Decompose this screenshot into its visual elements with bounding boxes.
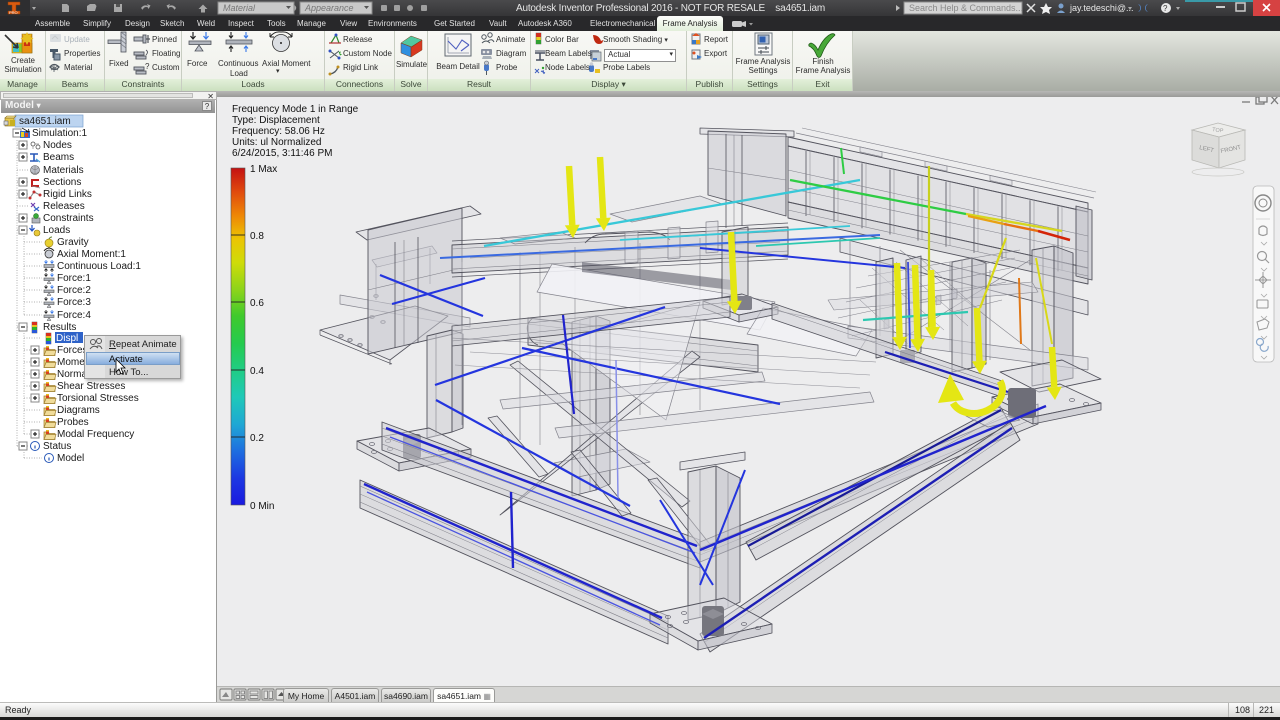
svg-text:jay.tedeschi@...: jay.tedeschi@... (1069, 3, 1134, 13)
svg-text:Shear Stresses: Shear Stresses (57, 381, 125, 392)
svg-text:Diagrams: Diagrams (57, 405, 100, 416)
svg-text:Sections: Sections (43, 177, 81, 188)
svg-text:0.6: 0.6 (250, 298, 264, 309)
svg-text:Probes: Probes (57, 417, 89, 428)
svg-text:Force:2: Force:2 (57, 285, 91, 296)
svg-text:0.4: 0.4 (250, 366, 264, 377)
svg-text:Continuous Load:1: Continuous Load:1 (57, 261, 141, 272)
svg-text:Status: Status (43, 441, 71, 452)
svg-text:Type: Displacement: Type: Displacement (232, 115, 320, 126)
svg-text:Torsional Stresses: Torsional Stresses (57, 393, 139, 404)
svg-text:Force:1: Force:1 (57, 273, 91, 284)
svg-text:Gravity: Gravity (57, 237, 89, 248)
svg-text:Appearance: Appearance (304, 3, 354, 13)
svg-text:PRO: PRO (9, 10, 18, 15)
svg-text:?: ? (145, 62, 150, 71)
svg-text:Constraints: Constraints (43, 213, 94, 224)
svg-text:Material: Material (223, 3, 256, 13)
svg-text:Model: Model (57, 453, 84, 464)
svg-text:0 Min: 0 Min (250, 501, 274, 512)
svg-text:Rigid Links: Rigid Links (43, 189, 92, 200)
svg-text:Releases: Releases (43, 201, 85, 212)
svg-text:Beams: Beams (43, 152, 74, 163)
svg-text:Nodes: Nodes (43, 140, 72, 151)
svg-text:Frequency Mode 1 in Range: Frequency Mode 1 in Range (232, 104, 359, 115)
svg-text:Forces: Forces (57, 345, 88, 356)
svg-text:1 Max: 1 Max (250, 164, 277, 175)
svg-text:Units: ul Normalized: Units: ul Normalized (232, 137, 321, 148)
svg-text:Force:3: Force:3 (57, 297, 91, 308)
svg-text:?: ? (1163, 4, 1168, 13)
svg-text:Modal Frequency: Modal Frequency (57, 429, 134, 440)
svg-text:0.2: 0.2 (250, 433, 264, 444)
svg-text:0.8: 0.8 (250, 231, 264, 242)
svg-text:Axial Moment:1: Axial Moment:1 (57, 249, 126, 260)
svg-text:Loads: Loads (43, 225, 70, 236)
svg-text:Simulation:1: Simulation:1 (32, 128, 87, 139)
svg-text:Search Help & Commands...: Search Help & Commands... (909, 3, 1023, 13)
svg-text:6/24/2015, 3:11:46 PM: 6/24/2015, 3:11:46 PM (232, 148, 332, 159)
svg-text:Results: Results (43, 322, 76, 333)
svg-text:Materials: Materials (43, 165, 84, 176)
svg-text:sa4651.iam: sa4651.iam (19, 116, 71, 127)
svg-text:Frequency: 58.06 Hz: Frequency: 58.06 Hz (232, 126, 325, 137)
svg-text:Force:4: Force:4 (57, 310, 91, 321)
svg-text:Displ: Displ (56, 333, 78, 344)
